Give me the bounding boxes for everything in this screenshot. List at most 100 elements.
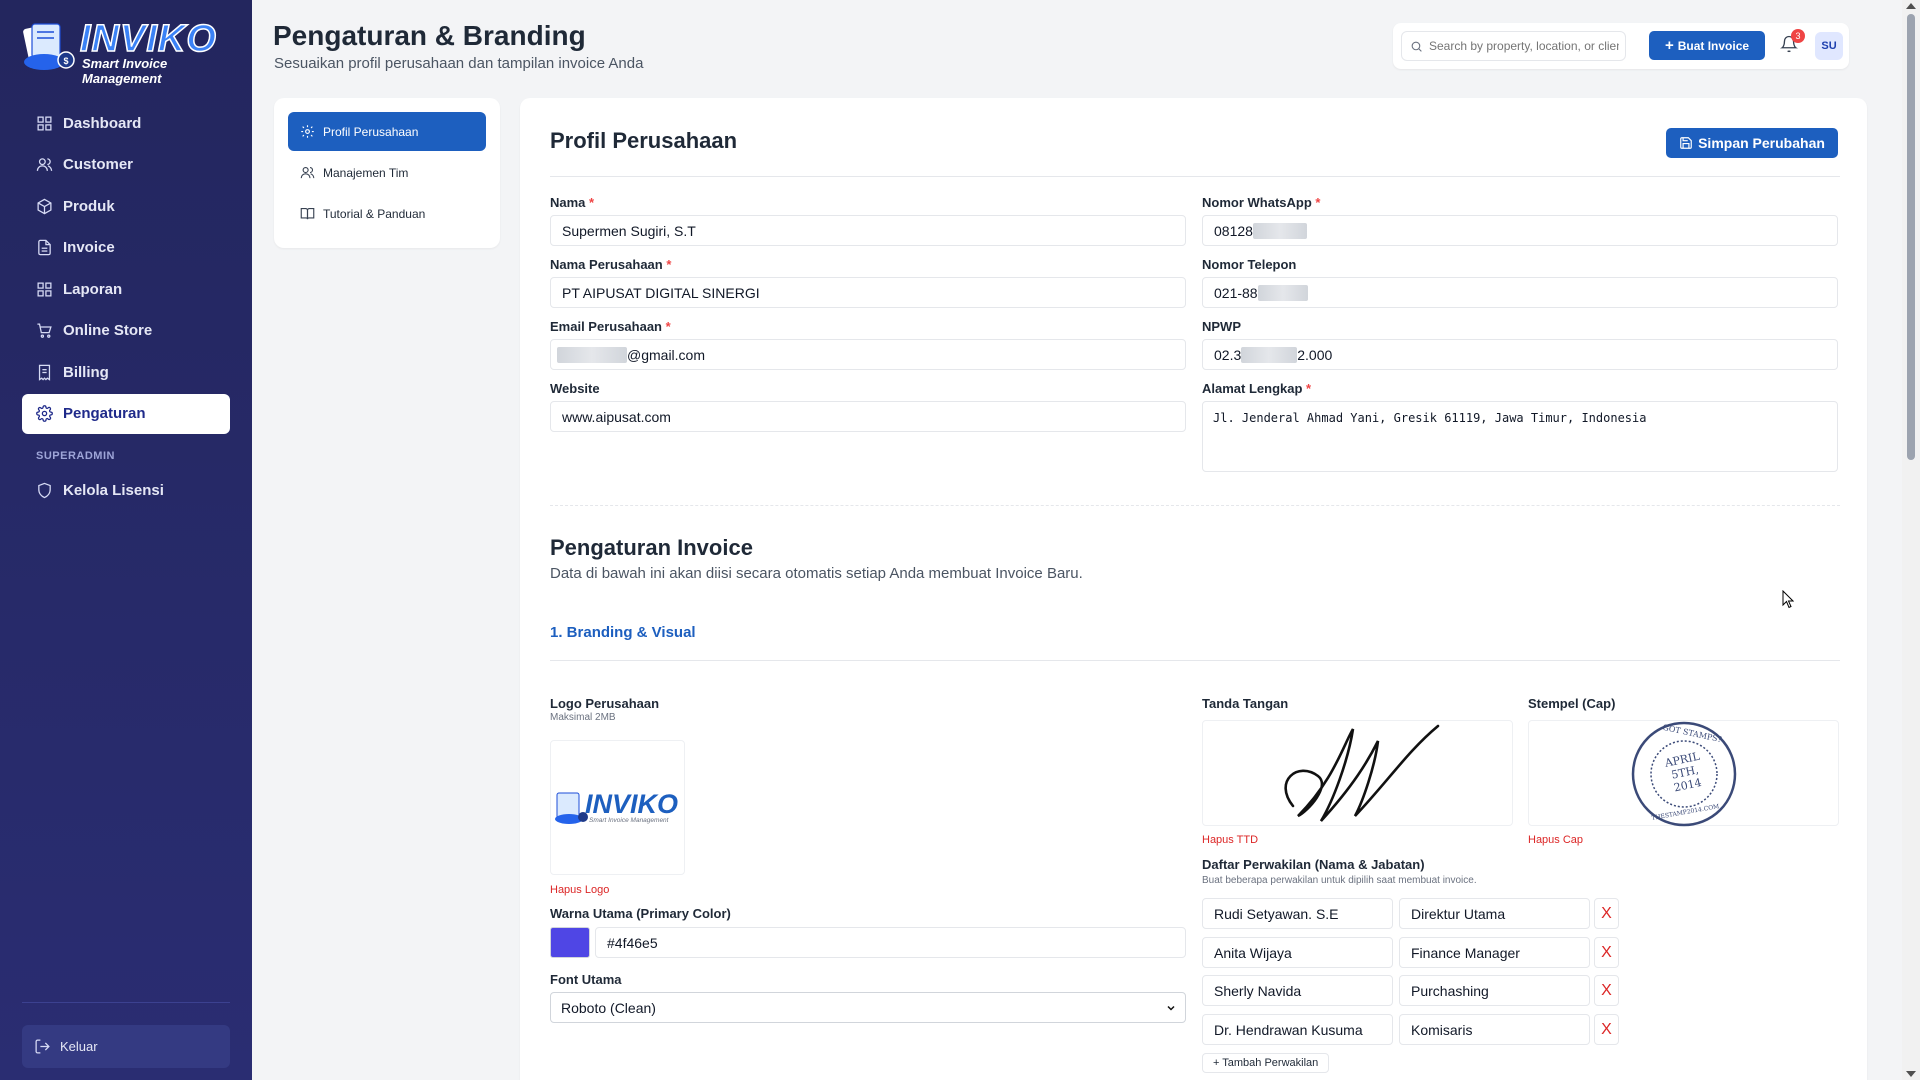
remove-rep-button[interactable]: X — [1594, 898, 1619, 929]
divider — [550, 660, 1840, 661]
delete-logo-link[interactable]: Hapus Logo — [550, 884, 609, 896]
svg-text:$: $ — [63, 56, 68, 66]
create-invoice-button[interactable]: + Buat Invoice — [1649, 31, 1765, 60]
logout-label: Keluar — [60, 1039, 98, 1054]
rep-title: Finance Manager — [1411, 944, 1520, 961]
npwp-input[interactable]: 02.3 2.000 — [1202, 339, 1838, 370]
submenu-item-tutorial[interactable]: Tutorial & Panduan — [288, 194, 486, 233]
primary-color-input[interactable]: #4f46e5 — [595, 927, 1186, 958]
stamp-text-date: APRIL 5TH, 2014 — [1663, 749, 1703, 795]
primary-color-value: #4f46e5 — [607, 934, 658, 951]
sidebar-item-pengaturan[interactable]: Pengaturan — [22, 393, 230, 434]
scrollbar-thumb[interactable] — [1907, 14, 1915, 460]
stamp-preview[interactable]: GOT STAMPS? APRIL 5TH, 2014 THESTAMP2014… — [1528, 720, 1839, 827]
rep-name-input[interactable]: Anita Wijaya — [1202, 937, 1393, 968]
brand-logo[interactable]: $ INVIKO Smart Invoice Management — [22, 17, 234, 86]
logo-label: Logo Perusahaan — [550, 696, 660, 711]
remove-rep-button[interactable]: X — [1594, 1014, 1619, 1045]
sidebar-item-invoice[interactable]: Invoice — [22, 228, 230, 268]
branding-heading: 1. Branding & Visual — [550, 624, 696, 641]
rep-name-input[interactable]: Dr. Hendrawan Kusuma — [1202, 1014, 1393, 1045]
scroll-down-icon[interactable] — [1906, 1071, 1916, 1077]
redacted-block — [1257, 284, 1308, 301]
whatsapp-label-text: Nomor WhatsApp — [1202, 195, 1312, 210]
page-subtitle: Sesuaikan profil perusahaan dan tampilan… — [274, 55, 644, 72]
profile-section-title: Profil Perusahaan — [550, 128, 738, 153]
sidebar-item-laporan[interactable]: Laporan — [22, 269, 230, 309]
users-icon — [300, 166, 315, 179]
invoice-section-subtitle: Data di bawah ini akan diisi secara otom… — [550, 565, 1083, 582]
stamp-label: Stempel (Cap) — [1528, 696, 1616, 711]
gear-icon — [301, 125, 314, 138]
submenu-item-label: Tutorial & Panduan — [323, 206, 426, 221]
notification-button[interactable]: 3 — [1780, 29, 1805, 57]
submenu-item-label: Profil Perusahaan — [323, 124, 419, 139]
npwp-label: NPWP — [1202, 319, 1241, 334]
remove-rep-button[interactable]: X — [1594, 937, 1619, 968]
sidebar-item-label: Produk — [63, 197, 115, 215]
topbar: + Buat Invoice 3 SU — [1393, 23, 1849, 69]
file-icon — [38, 239, 51, 256]
rep-title-input[interactable]: Komisaris — [1399, 1014, 1590, 1045]
submenu-item-profil[interactable]: Profil Perusahaan — [288, 112, 486, 151]
redacted-block — [557, 346, 627, 363]
sidebar-item-dashboard[interactable]: Dashboard — [22, 103, 230, 143]
save-button[interactable]: Simpan Perubahan — [1666, 128, 1838, 158]
email-value: @gmail.com — [627, 346, 706, 363]
settings-submenu: Profil Perusahaan Manajemen Tim Tutorial… — [274, 98, 500, 248]
book-icon — [300, 207, 315, 220]
submenu-item-label: Manajemen Tim — [323, 165, 409, 180]
signature-preview[interactable] — [1202, 720, 1513, 826]
telepon-input[interactable]: 021-88 — [1202, 277, 1838, 308]
sidebar-item-label: Laporan — [63, 280, 123, 298]
sidebar-nav: Dashboard Customer Produk Invoice Lapora… — [22, 103, 230, 435]
rep-name-input[interactable]: Rudi Setyawan. S.E — [1202, 898, 1393, 929]
rep-name-input[interactable]: Sherly Navida — [1202, 975, 1393, 1006]
sidebar-item-label: Customer — [63, 156, 134, 173]
signature-image — [1284, 724, 1440, 822]
font-select[interactable]: Roboto (Clean) — [550, 992, 1186, 1023]
submenu-item-tim[interactable]: Manajemen Tim — [288, 153, 486, 192]
sidebar-item-billing[interactable]: Billing — [22, 352, 230, 392]
email-label-text: Email Perusahaan — [550, 319, 662, 334]
sidebar-footer: Keluar — [22, 1002, 230, 1068]
required-mark: * — [1306, 381, 1312, 396]
alamat-label-text: Alamat Lengkap — [1202, 381, 1303, 396]
nama-input[interactable]: Supermen Sugiri, S.T — [550, 215, 1186, 246]
rep-title-input[interactable]: Direktur Utama — [1399, 898, 1590, 929]
company-logo-text: INVIKO — [585, 789, 679, 819]
settings-card: Profil Perusahaan Simpan Perubahan Nama … — [520, 98, 1867, 1080]
perusahaan-value: PT AIPUSAT DIGITAL SINERGI — [562, 284, 760, 301]
alamat-textarea[interactable]: Jl. Jenderal Ahmad Yani, Gresik 61119, J… — [1202, 401, 1838, 472]
delete-signature-link[interactable]: Hapus TTD — [1202, 834, 1258, 846]
logout-button[interactable]: Keluar — [22, 1025, 230, 1068]
scroll-up-icon[interactable] — [1906, 3, 1916, 9]
logo-preview[interactable]: INVIKO Smart Invoice Management — [550, 740, 685, 875]
perusahaan-input[interactable]: PT AIPUSAT DIGITAL SINERGI — [550, 277, 1186, 308]
rep-title-input[interactable]: Purchashing — [1399, 975, 1590, 1006]
sidebar-item-customer[interactable]: Customer — [22, 145, 230, 185]
remove-rep-button[interactable]: X — [1594, 975, 1619, 1006]
sidebar-item-kelola-lisensi[interactable]: Kelola Lisensi — [22, 470, 230, 510]
website-input[interactable]: www.aipusat.com — [550, 401, 1186, 432]
logo-emblem-icon: $ — [23, 23, 75, 70]
avatar[interactable]: SU — [1815, 32, 1843, 60]
alamat-value: Jl. Jenderal Ahmad Yani, Gresik 61119, J… — [1213, 411, 1647, 425]
rep-name: Anita Wijaya — [1214, 944, 1292, 961]
rep-title: Direktur Utama — [1411, 905, 1506, 922]
email-input[interactable]: @gmail.com — [550, 339, 1186, 370]
sidebar-item-produk[interactable]: Produk — [22, 186, 230, 226]
rep-title-input[interactable]: Finance Manager — [1399, 937, 1590, 968]
sidebar-item-online-store[interactable]: Online Store — [22, 311, 230, 351]
search-input[interactable] — [1429, 39, 1619, 53]
sidebar-item-label: Kelola Lisensi — [63, 481, 164, 499]
website-label: Website — [550, 381, 600, 396]
delete-stamp-link[interactable]: Hapus Cap — [1528, 834, 1583, 846]
rep-title: Purchashing — [1411, 982, 1489, 999]
add-rep-button[interactable]: + Tambah Perwakilan — [1202, 1053, 1330, 1073]
redacted-block — [1252, 222, 1307, 239]
company-logo-tagline: Smart Invoice Management — [589, 817, 669, 824]
signature-label: Tanda Tangan — [1202, 696, 1289, 711]
color-swatch[interactable] — [550, 927, 590, 958]
whatsapp-input[interactable]: 08128 — [1202, 215, 1838, 246]
